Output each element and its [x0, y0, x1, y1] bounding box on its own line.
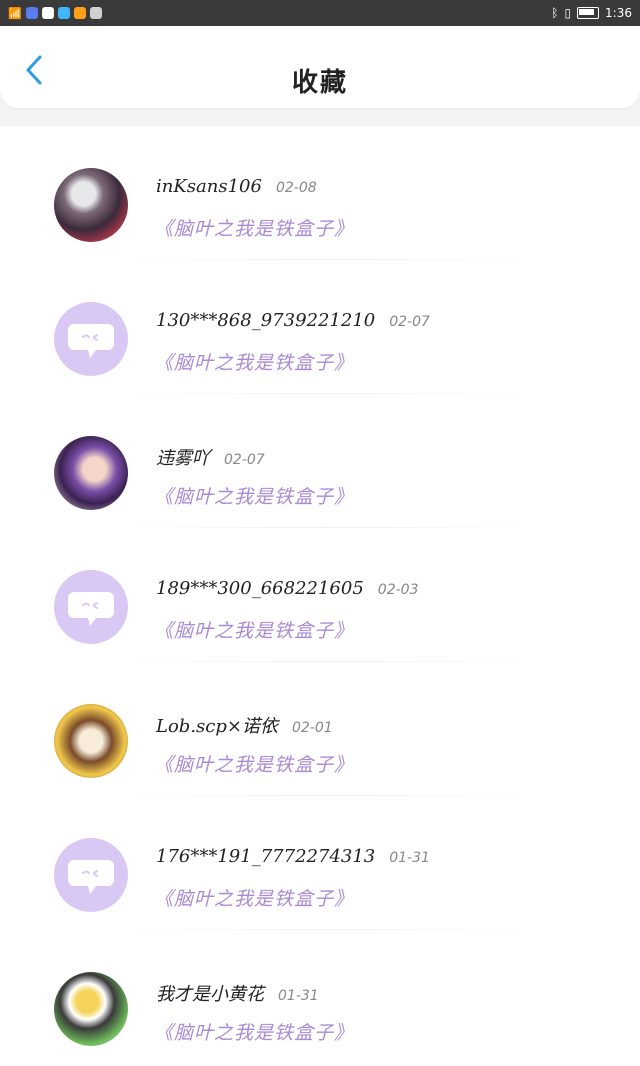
status-time: 1:36	[605, 6, 632, 20]
book-title[interactable]: 《脑叶之我是铁盒子》	[154, 214, 354, 241]
page-title: 收藏	[291, 68, 348, 98]
app-notification-icon	[41, 7, 54, 19]
item-header: 189***300_668221605 02-03	[156, 578, 418, 599]
username: 违雾吖	[156, 448, 210, 469]
app-notification-icon	[73, 7, 86, 19]
avatar	[54, 302, 128, 376]
item-header: 176***191_7772274313 01-31	[156, 846, 430, 867]
status-left: 📶	[8, 7, 102, 20]
date: 01-31	[389, 850, 430, 866]
username: 130***868_9739221210	[156, 310, 376, 331]
item-header: 违雾吖 02-07	[156, 444, 265, 470]
chat-bubble-face-icon	[68, 324, 114, 358]
date: 02-08	[275, 180, 317, 196]
avatar	[54, 436, 128, 510]
avatar	[54, 570, 128, 644]
chat-bubble-face-icon	[68, 860, 114, 894]
book-title[interactable]: 《脑叶之我是铁盒子》	[154, 750, 354, 777]
status-bar: 📶 ᛒ ▯ 1:36	[0, 0, 640, 26]
avatar	[54, 168, 128, 242]
app-notification-icon	[89, 7, 102, 19]
date: 02-07	[224, 452, 265, 468]
favorites-list: inKsans106 02-08 《脑叶之我是铁盒子》 130***868_97…	[0, 126, 640, 1066]
item-header: inKsans106 02-08	[156, 176, 317, 197]
wifi-icon: 📶	[8, 6, 22, 20]
app-notification-icon	[57, 7, 70, 19]
item-header: 130***868_9739221210 02-07	[156, 310, 430, 331]
list-item[interactable]: Lob.scp×诺依 02-01 《脑叶之我是铁盒子》	[0, 662, 640, 796]
list-item[interactable]: 违雾吖 02-07 《脑叶之我是铁盒子》	[0, 394, 640, 528]
list-item[interactable]: 130***868_9739221210 02-07 《脑叶之我是铁盒子》	[0, 260, 640, 394]
app-notification-icon	[25, 7, 38, 19]
book-title[interactable]: 《脑叶之我是铁盒子》	[154, 884, 354, 911]
book-title[interactable]: 《脑叶之我是铁盒子》	[154, 482, 354, 509]
status-right: ᛒ ▯ 1:36	[551, 6, 632, 20]
list-item[interactable]: 我才是小黄花 01-31 《脑叶之我是铁盒子》	[0, 930, 640, 1064]
book-title[interactable]: 《脑叶之我是铁盒子》	[154, 348, 354, 375]
header: 收藏	[0, 26, 640, 108]
username: 我才是小黄花	[156, 984, 264, 1005]
list-item[interactable]: inKsans106 02-08 《脑叶之我是铁盒子》	[0, 126, 640, 260]
bluetooth-icon: ᛒ	[551, 6, 559, 20]
username: Lob.scp×诺依	[156, 716, 278, 737]
item-header: 我才是小黄花 01-31	[156, 980, 319, 1006]
date: 02-01	[291, 720, 333, 736]
book-title[interactable]: 《脑叶之我是铁盒子》	[154, 616, 354, 643]
chat-bubble-face-icon	[68, 592, 114, 626]
username: 176***191_7772274313	[156, 846, 376, 867]
list-item[interactable]: 189***300_668221605 02-03 《脑叶之我是铁盒子》	[0, 528, 640, 662]
date: 02-07	[389, 314, 430, 330]
date: 02-03	[377, 582, 419, 598]
item-header: Lob.scp×诺依 02-01	[156, 712, 333, 738]
avatar	[54, 838, 128, 912]
date: 01-31	[278, 988, 319, 1004]
book-title[interactable]: 《脑叶之我是铁盒子》	[154, 1018, 354, 1045]
avatar	[54, 972, 128, 1046]
vibrate-icon: ▯	[564, 6, 572, 20]
username: 189***300_668221605	[156, 578, 364, 599]
list-item[interactable]: 176***191_7772274313 01-31 《脑叶之我是铁盒子》	[0, 796, 640, 930]
username: inKsans106	[156, 176, 262, 197]
battery-icon	[577, 7, 600, 19]
avatar	[54, 704, 128, 778]
